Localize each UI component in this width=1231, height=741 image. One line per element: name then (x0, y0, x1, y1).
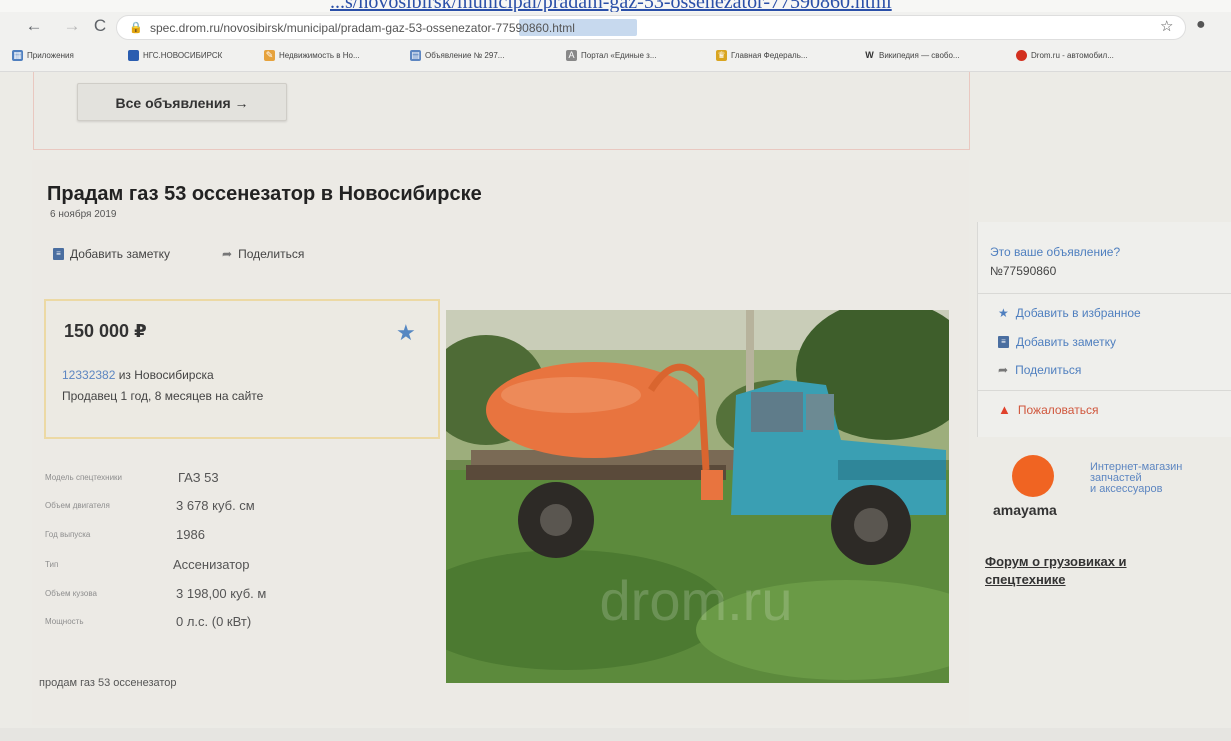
vehicle-photo[interactable]: drom.ru (446, 310, 949, 683)
seller-city: из Новосибирска (115, 368, 214, 382)
own-ad-question-link[interactable]: Это ваше объявление? (990, 245, 1120, 259)
bookmarks-bar: ▦ Приложения НГС.НОВОСИБИРСК ✎ Недвижимост… (0, 42, 1231, 72)
ad-number: №77590860 (990, 264, 1057, 278)
spec-row-type: Тип Ассенизатор (45, 557, 435, 577)
spec-value: ГАЗ 53 (178, 470, 219, 485)
reload-button[interactable]: C (90, 16, 110, 36)
amayama-logo-icon[interactable] (1012, 455, 1054, 497)
apps-grid-icon: ▦ (12, 50, 23, 61)
bookmark-star-icon[interactable]: ☆ (1160, 17, 1173, 35)
bookmark-ad297[interactable]: ▤ Объявление № 297... (410, 50, 504, 61)
bookmark-apps[interactable]: ▦ Приложения (12, 50, 74, 61)
add-favorite-link[interactable]: ★ Добавить в избранное (998, 306, 1141, 320)
top-link-strip: ...s/novosibirsk/municipal/pradam-gaz-53… (0, 0, 1231, 12)
price: 150 000 ₽ (64, 321, 147, 341)
spec-value: 3 198,00 куб. м (176, 586, 267, 601)
emblem-icon: ♛ (716, 50, 727, 61)
spec-label: Тип (45, 560, 59, 569)
ngs-icon (128, 50, 139, 61)
browser-toolbar: ← → C 🔒 spec.drom.ru/novosibirsk/municip… (0, 12, 1231, 42)
note-icon: ≡ (53, 248, 64, 260)
forum-link[interactable]: Форум о грузовиках и спецтехнике (985, 553, 1127, 589)
amayama-ad-text[interactable]: Интернет-магазин запчастей и аксессуаров (1090, 462, 1182, 495)
star-icon: ★ (998, 306, 1009, 320)
amayama-wordmark[interactable]: amayama (993, 502, 1057, 518)
share-icon: ➦ (998, 363, 1009, 377)
divider (978, 390, 1231, 391)
address-url[interactable]: spec.drom.ru/novosibirsk/municipal/prada… (150, 21, 575, 35)
realty-icon: ✎ (264, 50, 275, 61)
spec-row-engine: Объем двигателя 3 678 куб. см (45, 498, 435, 518)
spec-label: Объем кузова (45, 589, 97, 598)
page-url-link[interactable]: ...s/novosibirsk/municipal/pradam-gaz-53… (330, 0, 892, 12)
spec-label: Мощность (45, 617, 84, 626)
spec-value: 0 л.с. (0 кВт) (176, 614, 252, 629)
truck-illustration: drom.ru (446, 310, 949, 683)
spec-row-power: Мощность 0 л.с. (0 кВт) (45, 614, 435, 634)
share-button[interactable]: ➦ Поделиться (222, 247, 304, 261)
lock-icon: 🔒 (129, 22, 143, 34)
listing-description: продам газ 53 оссенезатор (39, 677, 177, 689)
seller-age: Продавец 1 год, 8 месяцев на сайте (62, 389, 264, 403)
all-ads-button[interactable]: Все объявления → (77, 83, 287, 121)
bookmark-drom[interactable]: Drom.ru - автомобил... (1016, 50, 1114, 61)
drom-watermark: drom.ru (600, 569, 793, 632)
note-icon: ≡ (998, 336, 1009, 348)
share-link[interactable]: ➦ Поделиться (998, 363, 1081, 377)
spec-row-model: Модель спецтехники ГАЗ 53 (45, 470, 435, 490)
seller-info: 12332382 из Новосибирска (62, 368, 214, 382)
listing-date: 6 ноября 2019 (50, 209, 117, 220)
bookmark-ngs[interactable]: НГС.НОВОСИБИРСК (128, 50, 222, 61)
bottom-band (0, 728, 1231, 741)
warning-icon: ▲ (998, 402, 1011, 417)
spec-value: 3 678 куб. см (176, 498, 255, 513)
spec-label: Объем двигателя (45, 501, 110, 510)
spec-label: Модель спецтехники (45, 473, 123, 482)
listing-title: Прадам газ 53 оссенезатор в Новосибирске (47, 183, 482, 205)
forward-button[interactable]: → (62, 16, 82, 36)
divider (978, 293, 1231, 294)
spec-row-year: Год выпуска 1986 (45, 527, 435, 547)
bookmark-federal[interactable]: ♛ Главная Федераль... (716, 50, 808, 61)
bookmark-wikipedia[interactable]: W Википедия — свобо... (864, 50, 959, 61)
address-bar[interactable]: 🔒 spec.drom.ru/novosibirsk/municipal/pra… (116, 15, 1186, 40)
back-button[interactable]: ← (24, 16, 44, 36)
share-icon: ➦ (222, 247, 233, 261)
favorite-star-icon[interactable]: ★ (396, 320, 416, 346)
bookmark-realty[interactable]: ✎ Недвижимость в Но... (264, 50, 360, 61)
wikipedia-icon: W (865, 50, 874, 60)
report-link[interactable]: ▲ Пожаловаться (998, 402, 1098, 417)
ad-icon: ▤ (410, 50, 421, 61)
add-note-link[interactable]: ≡ Добавить заметку (998, 335, 1116, 349)
drom-icon (1016, 50, 1027, 61)
portal-icon: A (566, 50, 577, 61)
spec-value: 1986 (176, 527, 205, 542)
seller-id-link[interactable]: 12332382 (62, 368, 115, 382)
add-note-button[interactable]: ≡ Добавить заметку (53, 247, 170, 261)
spec-row-body-volume: Объем кузова 3 198,00 куб. м (45, 586, 435, 606)
bookmark-portal[interactable]: A Портал «Единые з... (566, 50, 656, 61)
spec-label: Год выпуска (45, 530, 91, 539)
account-icon[interactable]: ● (1196, 16, 1206, 34)
spec-value: Ассенизатор (173, 557, 250, 572)
